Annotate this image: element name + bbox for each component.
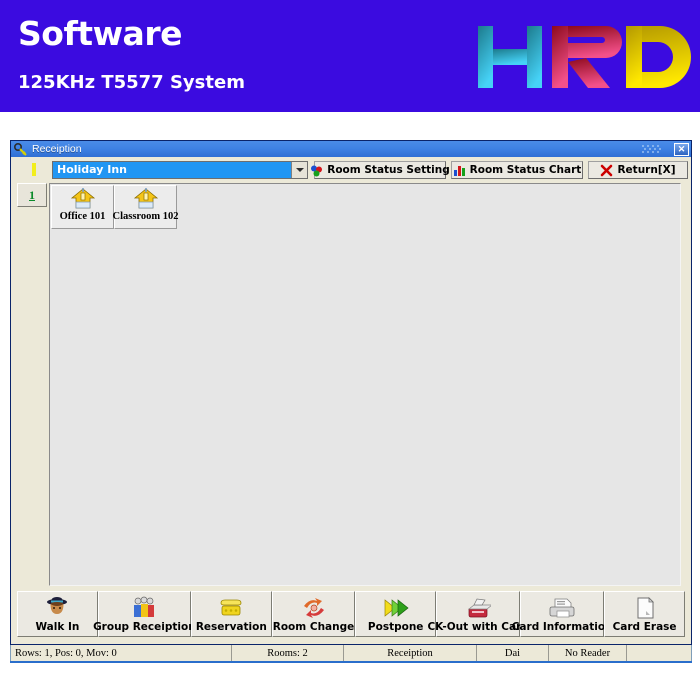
room-status-chart-label: Room Status Chart (469, 164, 582, 176)
window-client-area: Holiday Inn Room Status Setting Room Sta… (11, 157, 691, 644)
fast-forward-icon (384, 599, 409, 617)
status-module-name: Receiption (344, 645, 477, 661)
app-root: Software 125KHz T5577 System Receiption … (0, 0, 700, 700)
card-erase-button[interactable]: Card Erase (604, 591, 685, 637)
printer-icon (549, 598, 575, 618)
list-item[interactable]: Classroom 102 (112, 185, 179, 229)
reservation-button[interactable]: Reservation (190, 591, 272, 637)
status-cursor-info: Rows: 1, Pos: 0, Mov: 0 (11, 645, 232, 661)
list-item-label: Classroom 102 (112, 211, 179, 222)
close-icon[interactable]: ✕ (674, 142, 689, 156)
house-icon (70, 188, 95, 209)
list-item[interactable]: Office 101 (51, 185, 114, 229)
status-reader-state: No Reader (549, 645, 627, 661)
return-button[interactable]: Return[X] (588, 161, 688, 179)
house-icon (133, 188, 158, 209)
status-rooms-count: Rooms: 2 (232, 645, 344, 661)
postpone-button[interactable]: Postpone (355, 591, 437, 637)
banner-title: Software (18, 14, 182, 53)
status-bar-accent (10, 661, 692, 663)
key-icon (14, 142, 27, 156)
reception-window: Receiption ✕ Holiday Inn Room Status Set… (10, 140, 692, 645)
room-status-setting-label: Room Status Setting (327, 164, 450, 176)
card-information-label: Card Information (511, 621, 613, 633)
person-hat-icon (47, 597, 68, 614)
hrd-logo (478, 26, 691, 88)
reservation-label: Reservation (195, 621, 267, 633)
telephone-icon (220, 599, 242, 616)
promo-banner: Software 125KHz T5577 System (0, 0, 700, 112)
red-x-icon (601, 164, 613, 176)
ck-out-with-card-button[interactable]: CK-Out with Card (427, 591, 529, 637)
window-controls-placeholder (642, 145, 661, 153)
document-icon (637, 597, 654, 619)
action-toolbar: Walk In Group Receiption Reservation Roo… (17, 591, 685, 637)
walk-in-label: Walk In (35, 621, 80, 633)
top-toolbar: Holiday Inn Room Status Setting Room Sta… (11, 159, 691, 185)
rooms-list: Office 101 Classroom 102 (51, 185, 179, 229)
group-reception-label: Group Receiption (93, 621, 196, 633)
room-change-button[interactable]: Room Change (271, 591, 356, 637)
list-item-label: Office 101 (59, 211, 106, 222)
postpone-label: Postpone (367, 621, 424, 633)
window-title: Receiption (32, 143, 82, 155)
group-gift-icon (134, 596, 155, 617)
window-titlebar[interactable]: Receiption ✕ (11, 141, 691, 157)
card-erase-label: Card Erase (612, 621, 677, 633)
group-reception-button[interactable]: Group Receiption (93, 591, 196, 637)
status-user-name: Dai (477, 645, 549, 661)
room-status-chart-button[interactable]: Room Status Chart (451, 161, 583, 179)
hotel-select-value: Holiday Inn (53, 162, 291, 178)
walk-in-button[interactable]: Walk In (17, 591, 98, 637)
bar-chart-icon (453, 165, 465, 176)
banner-subtitle: 125KHz T5577 System (18, 72, 245, 93)
card-information-button[interactable]: Card Information (512, 591, 613, 637)
chevron-down-icon[interactable] (291, 162, 307, 178)
return-label: Return[X] (617, 164, 676, 176)
room-status-setting-button[interactable]: Room Status Setting (311, 161, 450, 179)
hotel-select[interactable]: Holiday Inn (52, 161, 308, 179)
status-circles-icon (311, 165, 323, 176)
page-tabstrip: 1 (17, 183, 49, 586)
status-bar: Rows: 1, Pos: 0, Mov: 0 Rooms: 2 Receipt… (10, 645, 692, 662)
swap-arrows-icon (303, 598, 324, 618)
sidebar-item-page-1[interactable]: 1 (17, 183, 47, 207)
yellow-marker-icon (32, 163, 36, 176)
rooms-panel: Office 101 Classroom 102 (49, 183, 681, 586)
card-reader-icon (468, 598, 492, 618)
status-spare (627, 645, 691, 661)
room-change-label: Room Change (272, 621, 355, 633)
